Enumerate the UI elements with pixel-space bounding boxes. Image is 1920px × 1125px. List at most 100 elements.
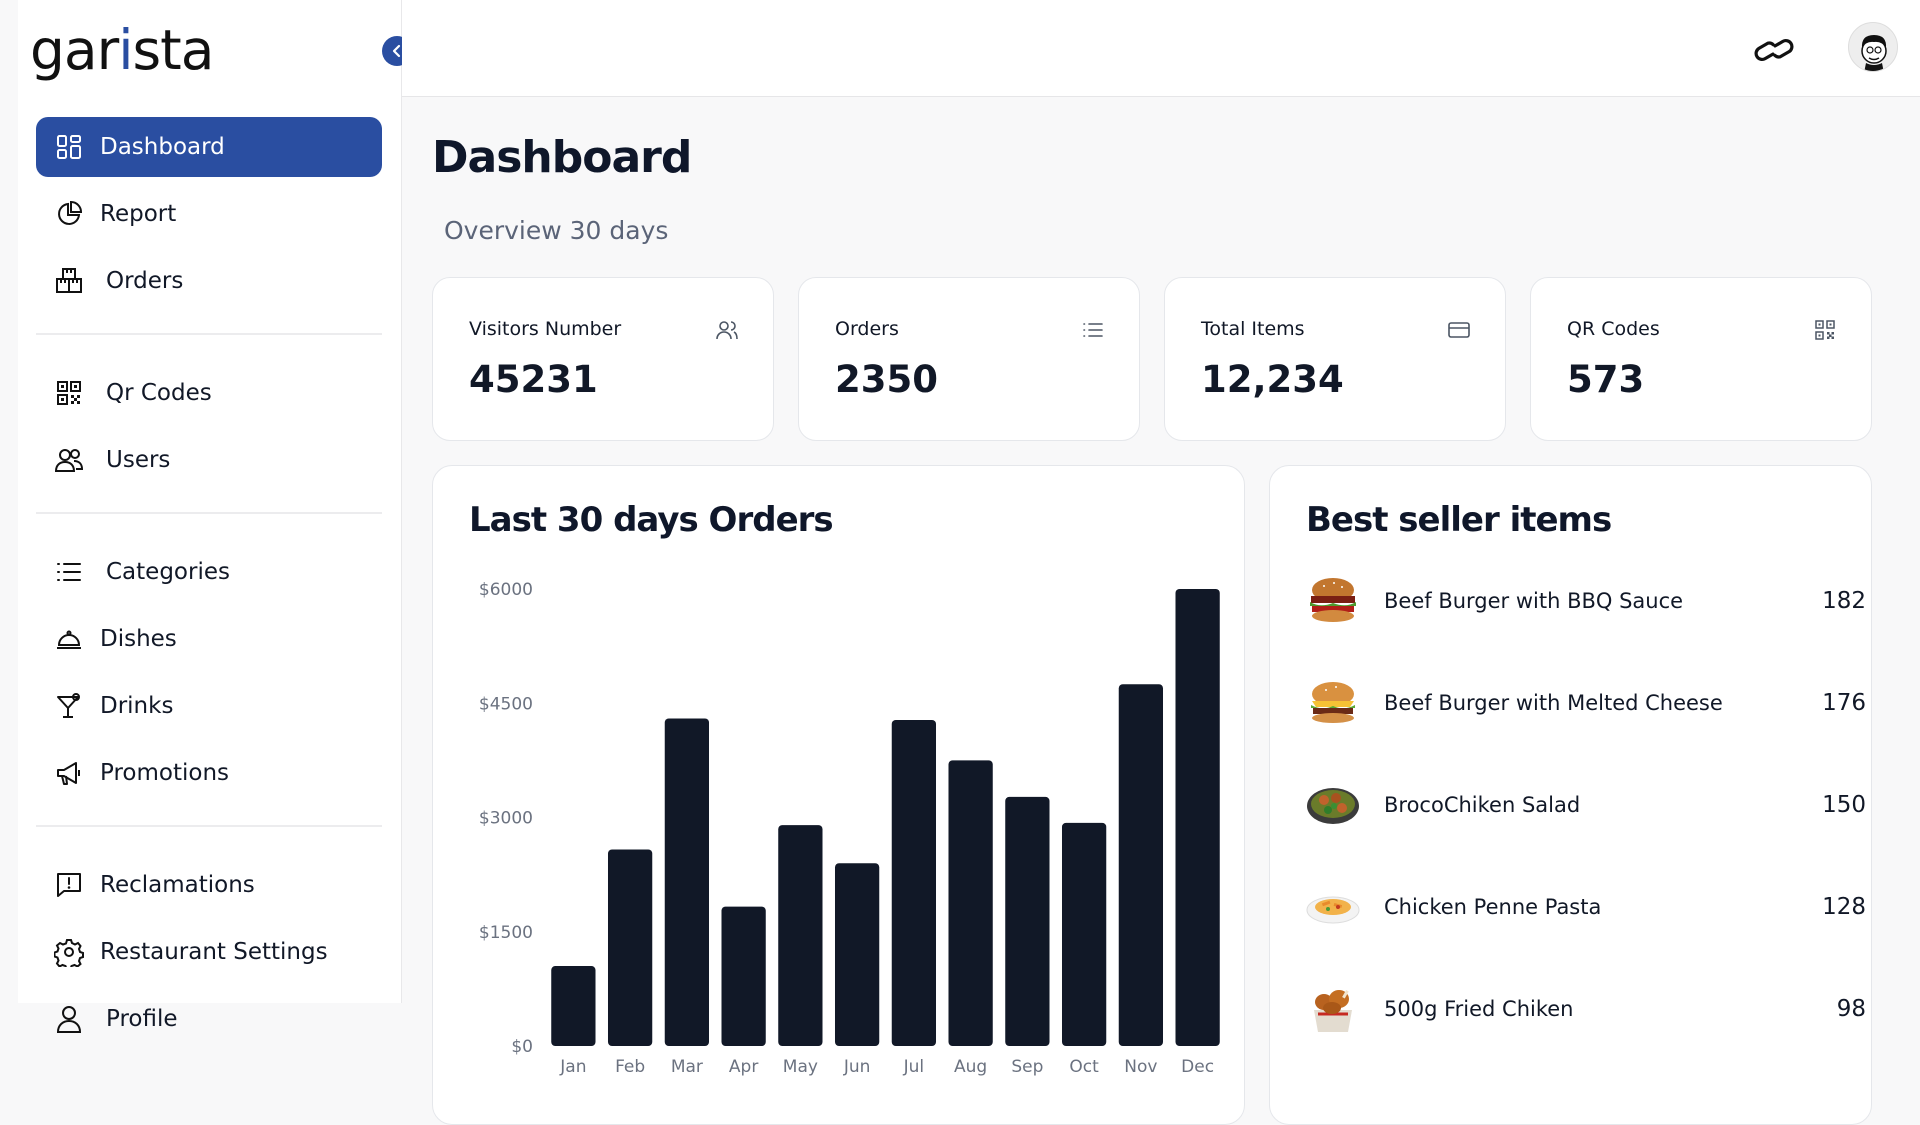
sidebar-nav: Dashboard Report Orders Qr Codes Users C… <box>36 117 382 1056</box>
sidebar-item-orders[interactable]: Orders <box>36 251 382 311</box>
stat-card-visitors: Visitors Number 45231 <box>432 277 774 441</box>
chart-bar-jul[interactable] <box>891 720 937 1046</box>
sidebar-item-report[interactable]: Report <box>36 184 382 244</box>
x-tick-label: Nov <box>1124 1057 1157 1077</box>
item-count: 150 <box>1822 792 1866 818</box>
stat-card-qr-codes: QR Codes 573 <box>1530 277 1872 441</box>
x-tick-label: Oct <box>1069 1057 1099 1077</box>
cocktail-icon <box>57 693 80 718</box>
list-icon <box>1083 323 1103 337</box>
orders-chart-panel: Last 30 days Orders $0 $1500 $3000 $4500 $60… <box>432 465 1245 1125</box>
sidebar-item-label: Drinks <box>100 693 174 719</box>
brand-text-suffix: sta <box>132 18 215 82</box>
stat-card-total-items: Total Items 12,234 <box>1164 277 1506 441</box>
user-icon <box>56 1006 82 1033</box>
sidebar-item-reclamations[interactable]: Reclamations <box>36 855 382 915</box>
sidebar-item-label: Dashboard <box>100 134 225 160</box>
chart-bar-may[interactable] <box>778 825 823 1046</box>
chart-bar-apr[interactable] <box>721 906 766 1046</box>
sidebar-item-drinks[interactable]: Drinks <box>36 676 382 736</box>
x-tick-label: Apr <box>729 1057 758 1077</box>
orders-bar-chart: $0 $1500 $3000 $4500 $6000 Jan Feb Mar Apr May Jun… <box>479 580 1220 1077</box>
chart-bar-jun[interactable] <box>834 863 880 1046</box>
stat-label: Orders <box>835 318 899 340</box>
chart-bar-nov[interactable] <box>1118 684 1164 1046</box>
item-count: 128 <box>1822 894 1866 920</box>
gear-icon <box>54 939 84 967</box>
credit-card-icon <box>1448 322 1470 338</box>
list-item[interactable]: Beef Burger with BBQ Sauce 182 <box>1306 571 1866 631</box>
list-item[interactable]: BrocoChiken Salad 150 <box>1306 775 1866 835</box>
sidebar-item-dashboard[interactable]: Dashboard <box>36 117 382 177</box>
chart-bar-aug[interactable] <box>948 760 993 1046</box>
item-name: Beef Burger with BBQ Sauce <box>1384 589 1684 613</box>
avatar[interactable] <box>1848 22 1898 72</box>
x-tick-label: Mar <box>671 1057 703 1077</box>
item-name: BrocoChiken Salad <box>1384 793 1581 817</box>
list-icon <box>57 563 81 581</box>
burger-bbq-image <box>1306 574 1360 628</box>
qr-code-icon <box>57 381 81 405</box>
item-name: Beef Burger with Melted Cheese <box>1384 691 1723 715</box>
chart-bar-feb[interactable] <box>607 849 653 1046</box>
y-tick-label: $3000 <box>479 809 533 829</box>
x-tick-label: Jul <box>903 1057 925 1077</box>
megaphone-icon <box>57 762 80 785</box>
y-tick-label: $0 <box>511 1037 533 1057</box>
stat-label: Visitors Number <box>469 318 622 340</box>
chart-bar-dec[interactable] <box>1175 589 1220 1046</box>
x-tick-label: Jan <box>559 1057 586 1077</box>
item-name: 500g Fried Chiken <box>1384 997 1574 1021</box>
x-tick-label: Feb <box>615 1057 645 1077</box>
sidebar-item-qr-codes[interactable]: Qr Codes <box>36 363 382 423</box>
nav-divider <box>36 825 382 827</box>
list-item[interactable]: Chicken Penne Pasta 128 <box>1306 877 1866 937</box>
users-icon <box>716 321 738 340</box>
stat-label: QR Codes <box>1567 318 1660 340</box>
stat-label: Total Items <box>1201 318 1305 340</box>
y-tick-label: $6000 <box>479 580 533 600</box>
sidebar-item-profile[interactable]: Profile <box>36 989 382 1049</box>
sidebar-item-dishes[interactable]: Dishes <box>36 609 382 669</box>
sidebar-item-label: Orders <box>106 268 184 294</box>
x-tick-label: Aug <box>954 1057 987 1077</box>
stat-value: 2350 <box>835 358 938 401</box>
best-seller-title: Best seller items <box>1306 500 1612 540</box>
grid-icon <box>57 135 81 159</box>
salad-image <box>1306 778 1360 832</box>
qr-code-icon <box>1815 320 1835 340</box>
chart-bar-mar[interactable] <box>664 718 710 1046</box>
nav-divider <box>36 333 382 335</box>
sidebar-item-promotions[interactable]: Promotions <box>36 743 382 803</box>
chart-bar-sep[interactable] <box>1005 796 1050 1046</box>
sidebar-item-label: Promotions <box>100 760 230 786</box>
pasta-image <box>1306 880 1360 934</box>
x-tick-label: Jun <box>843 1057 871 1077</box>
item-count: 182 <box>1822 588 1866 614</box>
sidebar-item-restaurant-settings[interactable]: Restaurant Settings <box>36 922 382 982</box>
stat-card-orders: Orders 2350 <box>798 277 1140 441</box>
fried-chicken-image <box>1306 982 1360 1036</box>
sidebar-item-label: Users <box>106 447 171 473</box>
brand-text-prefix: gar <box>30 18 119 82</box>
x-tick-label: Sep <box>1011 1057 1043 1077</box>
chart-bar-oct[interactable] <box>1061 822 1107 1046</box>
sidebar-item-categories[interactable]: Categories <box>36 542 382 602</box>
sidebar-item-label: Profile <box>106 1006 178 1032</box>
list-item[interactable]: Beef Burger with Melted Cheese 176 <box>1306 673 1866 733</box>
list-item[interactable]: 500g Fried Chiken 98 <box>1306 979 1866 1039</box>
sidebar-item-label: Restaurant Settings <box>100 939 328 965</box>
sidebar-item-label: Report <box>100 201 177 227</box>
stat-value: 12,234 <box>1201 358 1344 401</box>
x-tick-label: May <box>783 1057 818 1077</box>
cloche-icon <box>57 630 81 649</box>
link-icon[interactable] <box>1754 30 1794 70</box>
y-tick-label: $4500 <box>479 694 533 714</box>
x-tick-label: Dec <box>1181 1057 1214 1077</box>
message-alert-icon <box>57 873 81 897</box>
nav-divider <box>36 512 382 514</box>
sidebar-item-users[interactable]: Users <box>36 430 382 490</box>
brand-logo[interactable]: garista <box>30 18 215 82</box>
stat-value: 573 <box>1567 358 1645 401</box>
chart-bar-jan[interactable] <box>551 966 596 1046</box>
